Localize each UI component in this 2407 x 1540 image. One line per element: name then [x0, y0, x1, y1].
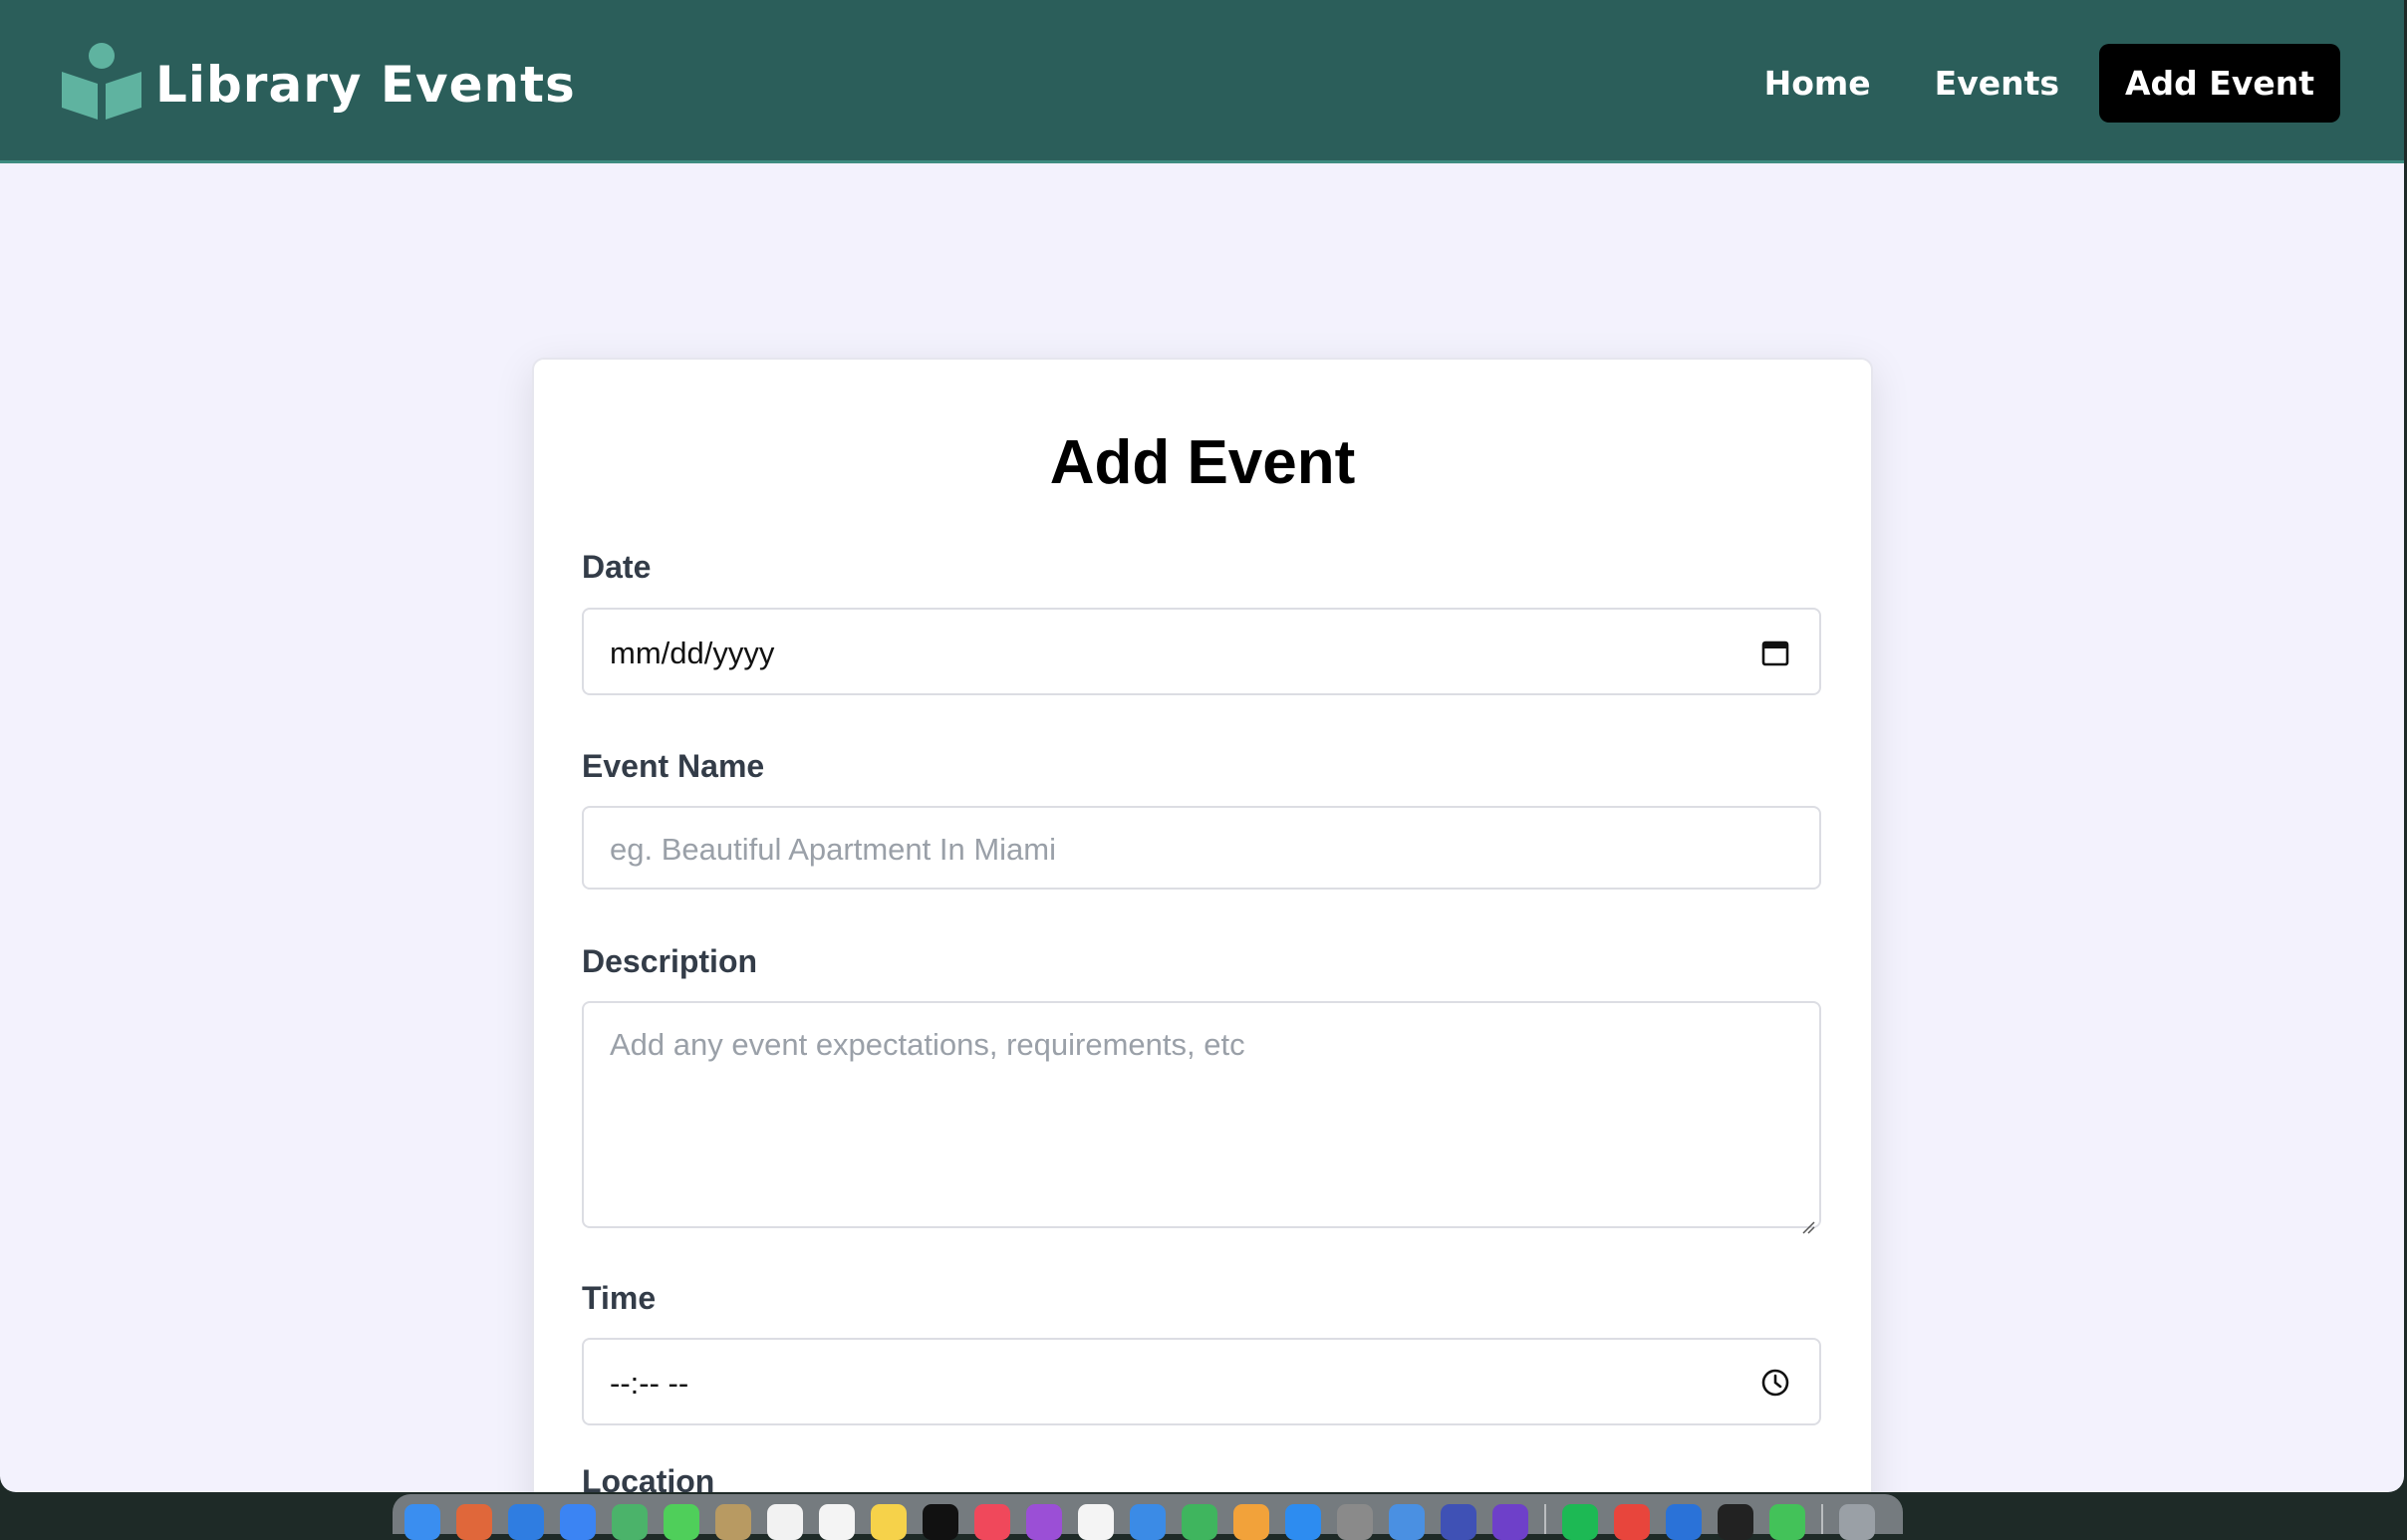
event-name-placeholder: eg. Beautiful Apartment In Miami [610, 832, 1057, 867]
app-store-icon[interactable] [1285, 1504, 1321, 1540]
dock-separator [1544, 1504, 1546, 1534]
messages-icon[interactable] [1769, 1504, 1805, 1540]
tv-icon[interactable] [923, 1504, 958, 1540]
xcode-icon[interactable] [1389, 1504, 1425, 1540]
description-label: Description [582, 943, 758, 979]
form-title: Add Event [1049, 428, 1356, 497]
clock-icon[interactable] [1759, 1367, 1791, 1407]
time-input[interactable]: --:-- -- [582, 1338, 1821, 1425]
numbers-icon[interactable] [1182, 1504, 1217, 1540]
calendar-icon[interactable] [1759, 637, 1791, 676]
calendar-app-icon[interactable] [767, 1504, 803, 1540]
github-desktop-icon[interactable] [1492, 1504, 1528, 1540]
event-name-label: Event Name [582, 748, 765, 784]
reminders-icon[interactable] [819, 1504, 855, 1540]
notes-icon[interactable] [871, 1504, 907, 1540]
spotify-icon[interactable] [1562, 1504, 1598, 1540]
time-label: Time [582, 1280, 657, 1316]
news-icon[interactable] [1078, 1504, 1114, 1540]
pages-icon[interactable] [1233, 1504, 1269, 1540]
nav-link-add-event[interactable]: Add Event [2099, 44, 2340, 123]
brand[interactable]: Library Events [60, 40, 576, 128]
terminal-icon[interactable] [1718, 1504, 1753, 1540]
date-input[interactable]: mm/dd/yyyy [582, 608, 1821, 695]
date-label: Date [582, 549, 652, 585]
description-textarea[interactable]: Add any event expectations, requirements… [582, 1001, 1821, 1234]
chrome-icon[interactable] [1614, 1504, 1650, 1540]
location-label: Location [582, 1463, 715, 1492]
mail-icon[interactable] [560, 1504, 596, 1540]
system-settings-icon[interactable] [1337, 1504, 1373, 1540]
navbar: Library Events Home Events Add Event [0, 0, 2404, 163]
event-name-input[interactable]: eg. Beautiful Apartment In Miami [582, 806, 1821, 890]
date-input-value: mm/dd/yyyy [610, 636, 775, 670]
resize-handle-icon[interactable] [1799, 1206, 1815, 1234]
nav-links: Home Events Add Event [1733, 44, 2340, 123]
brand-name: Library Events [155, 55, 576, 114]
book-reader-icon [60, 40, 143, 128]
time-input-value: --:-- -- [610, 1366, 689, 1401]
facetime-icon[interactable] [664, 1504, 699, 1540]
vscode-icon[interactable] [1666, 1504, 1702, 1540]
description-placeholder: Add any event expectations, requirements… [610, 1027, 1245, 1062]
dock-separator [1821, 1504, 1823, 1534]
finder-icon[interactable] [404, 1504, 440, 1540]
add-event-form-card: Add Event Date mm/dd/yyyy Event Name eg.… [532, 358, 1873, 1492]
contacts-icon[interactable] [715, 1504, 751, 1540]
browser-window: Library Events Home Events Add Event Add… [0, 0, 2404, 1492]
podcasts-icon[interactable] [1026, 1504, 1062, 1540]
keynote-icon[interactable] [1130, 1504, 1166, 1540]
trash-icon[interactable] [1839, 1504, 1875, 1540]
safari-icon[interactable] [508, 1504, 544, 1540]
maps-icon[interactable] [612, 1504, 648, 1540]
music-icon[interactable] [974, 1504, 1010, 1540]
pencil-app-icon[interactable] [1441, 1504, 1476, 1540]
nav-link-events[interactable]: Events [1903, 46, 2091, 121]
launchpad-icon[interactable] [456, 1504, 492, 1540]
dock [393, 1494, 1903, 1540]
nav-link-home[interactable]: Home [1733, 46, 1903, 121]
